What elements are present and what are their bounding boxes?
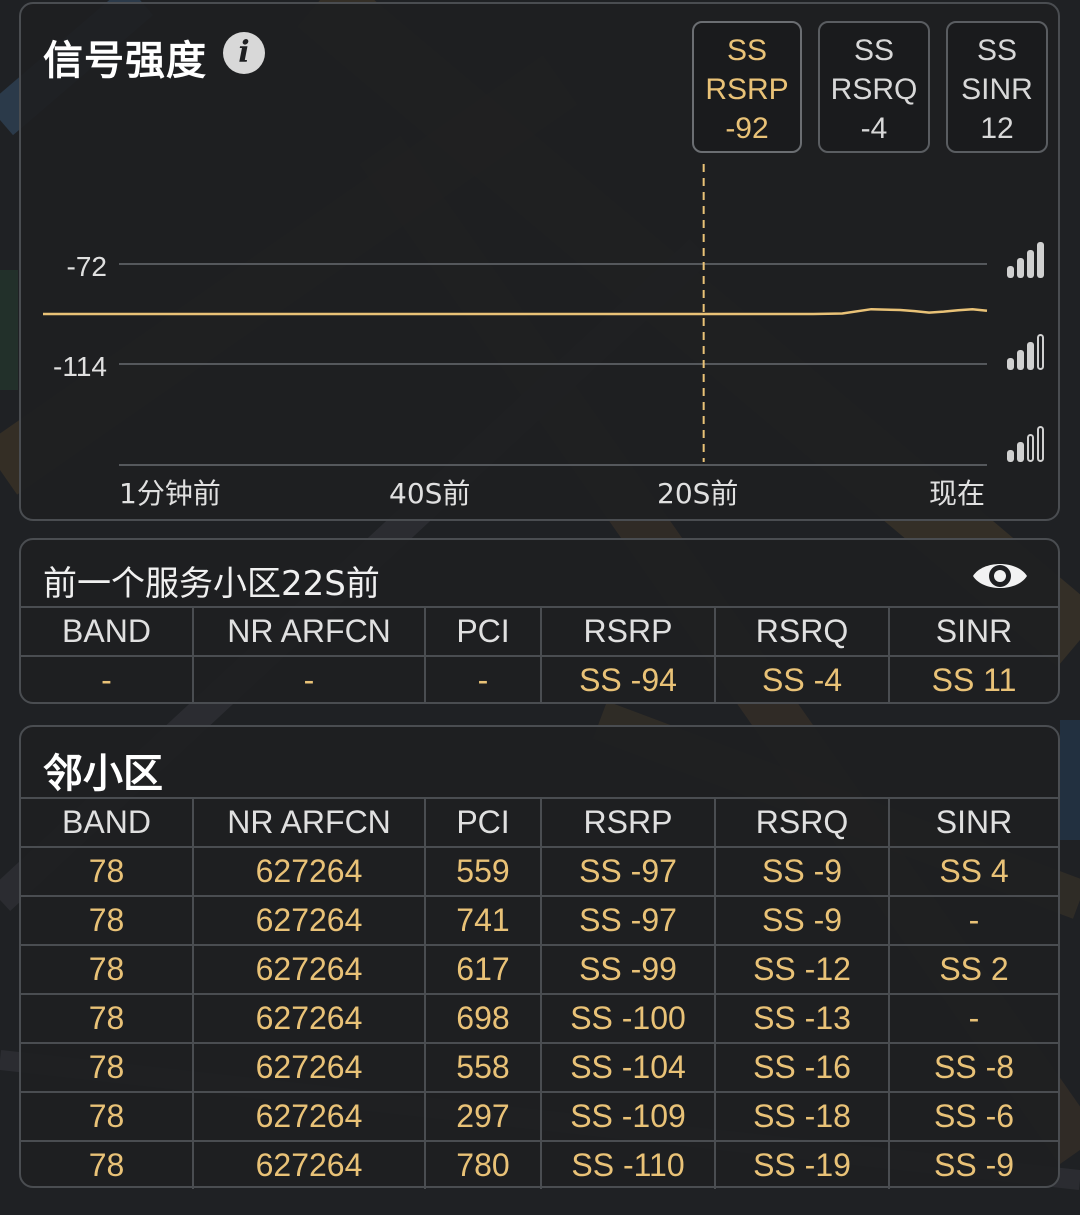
table-cell: 627264 [192,1042,425,1092]
table-cell: 558 [424,1042,541,1092]
table-row: - - - SS -94 SS -4 SS 11 [21,655,1058,704]
column-header: RSRQ [714,606,889,656]
table-cell: 78 [21,993,193,1043]
signal-weak-icon [1007,426,1044,462]
table-cell: SS 4 [888,846,1058,896]
table-cell: 627264 [192,895,425,945]
column-header: RSRQ [714,797,889,847]
column-header: RSRP [540,606,715,656]
table-cell: SS -94 [540,655,715,704]
column-header: BAND [21,797,193,847]
table-cell: SS -97 [540,846,715,896]
previous-cell-title: 前一个服务小区22S前 [43,564,380,604]
table-row: 78 627264 559 SS -97 SS -9 SS 4 [21,846,1058,896]
column-header: RSRP [540,797,715,847]
x-tick-label: 20S前 [657,477,738,510]
table-cell: SS -9 [888,1140,1058,1189]
table-cell: 627264 [192,993,425,1043]
table-cell: 78 [21,1091,193,1141]
table-cell: - [192,655,425,704]
column-header: NR ARFCN [192,606,425,656]
previous-cell-table: BAND NR ARFCN PCI RSRP RSRQ SINR - - - SS -94 SS -… [21,606,1058,704]
table-cell: 297 [424,1091,541,1141]
table-cell: 78 [21,1140,193,1189]
eye-icon[interactable] [971,556,1029,596]
table-cell: 78 [21,944,193,994]
table-cell: - [424,655,541,704]
table-cell: 627264 [192,1091,425,1141]
table-cell: SS 11 [888,655,1058,704]
table-cell: 627264 [192,846,425,896]
column-header: PCI [424,797,541,847]
signal-strength-card: 信号强度 i SS RSRP -92 SS RSRQ -4 SS SINR 12… [19,2,1060,521]
table-cell: SS -19 [714,1140,889,1189]
x-tick-label: 40S前 [389,477,470,510]
y-tick-label: -114 [53,351,107,382]
table-cell: 78 [21,895,193,945]
signal-series-line [43,307,988,316]
y-tick-label: -72 [67,251,107,282]
table-cell: SS -6 [888,1091,1058,1141]
table-cell: - [888,993,1058,1043]
table-cell: 617 [424,944,541,994]
table-cell: SS -9 [714,846,889,896]
table-cell: 627264 [192,1140,425,1189]
table-cell: 78 [21,846,193,896]
table-row: 78 627264 297 SS -109 SS -18 SS -6 [21,1091,1058,1141]
table-cell: SS -97 [540,895,715,945]
table-cell: SS -104 [540,1042,715,1092]
table-cell: 627264 [192,944,425,994]
signal-strong-icon [1007,242,1044,278]
table-cell: 559 [424,846,541,896]
table-cell: SS -13 [714,993,889,1043]
previous-serving-cell-card: 前一个服务小区22S前 BAND NR ARFCN PCI RSRP RSRQ SINR -… [19,538,1060,704]
table-row: 78 627264 698 SS -100 SS -13- [21,993,1058,1043]
table-cell: SS -8 [888,1042,1058,1092]
x-tick-label: 1分钟前 [119,477,221,510]
table-row: 78 627264 780 SS -110 SS -19 SS -9 [21,1140,1058,1189]
column-header: PCI [424,606,541,656]
table-cell: SS -100 [540,993,715,1043]
header-row: BAND NR ARFCN PCI RSRP RSRQ SINR [21,606,1058,656]
table-row: 78 627264 558 SS -104 SS -16 SS -8 [21,1042,1058,1092]
table-cell: SS -12 [714,944,889,994]
neighbor-cells-card: 邻小区 BAND NR ARFCN PCI RSRP RSRQ SINR 78 627264 5… [19,725,1060,1189]
table-row: 78 627264 741 SS -97 SS -9- [21,895,1058,945]
column-header: SINR [888,797,1058,847]
header-row: BAND NR ARFCN PCI RSRP RSRQ SINR [21,797,1058,847]
table-cell: - [888,895,1058,945]
table-cell: SS -4 [714,655,889,704]
column-header: BAND [21,606,193,656]
table-cell: SS -99 [540,944,715,994]
table-cell: 78 [21,1042,193,1092]
table-cell: 698 [424,993,541,1043]
table-cell: SS 2 [888,944,1058,994]
table-cell: SS -16 [714,1042,889,1092]
table-cell: SS -9 [714,895,889,945]
table-cell: SS -109 [540,1091,715,1141]
neighbor-cells-table: BAND NR ARFCN PCI RSRP RSRQ SINR 78 627264 559 SS… [21,797,1058,1189]
table-cell: - [21,655,193,704]
column-header: NR ARFCN [192,797,425,847]
signal-medium-icon [1007,334,1044,370]
signal-chart: -72 -114 1分钟前 40S前 20S前 现在 [43,164,1044,510]
column-header: SINR [888,606,1058,656]
table-cell: 741 [424,895,541,945]
table-cell: SS -18 [714,1091,889,1141]
x-tick-label: 现在 [929,477,985,510]
table-cell: 780 [424,1140,541,1189]
table-row: 78 627264 617 SS -99 SS -12 SS 2 [21,944,1058,994]
neighbor-cells-title: 邻小区 [43,751,163,797]
table-cell: SS -110 [540,1140,715,1189]
